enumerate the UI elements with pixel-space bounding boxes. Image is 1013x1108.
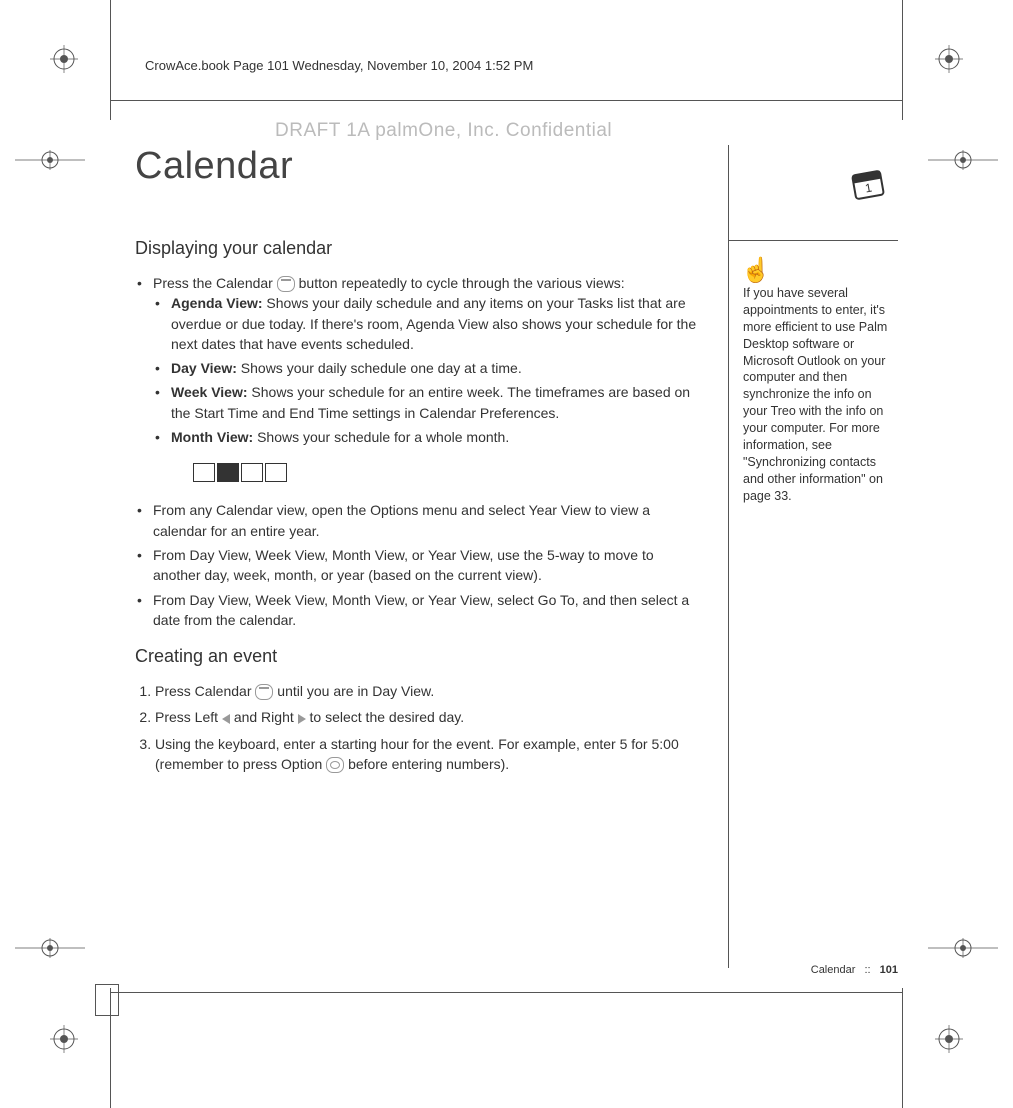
view-item-week: Week View: Shows your schedule for an en… (153, 382, 703, 423)
registration-mark-icon (50, 1025, 78, 1053)
arrow-left-icon (222, 714, 230, 724)
sidebar-tip-text: If you have several appointments to ente… (743, 285, 898, 504)
page-footer: Calendar :: 101 (811, 964, 898, 976)
view-item-day: Day View: Shows your daily schedule one … (153, 358, 703, 378)
bullet-year-view: From any Calendar view, open the Options… (135, 500, 703, 541)
calendar-badge-icon: 1 (848, 165, 888, 205)
registration-mark-icon (15, 938, 85, 958)
registration-mark-icon (935, 45, 963, 73)
registration-mark-icon (15, 150, 85, 170)
day-view-icon (217, 463, 239, 482)
crop-rule (110, 992, 903, 993)
bullet-goto: From Day View, Week View, Month View, or… (135, 590, 703, 631)
text: before entering numbers). (348, 756, 509, 772)
section-heading-creating: Creating an event (135, 646, 703, 667)
registration-mark-icon (935, 1025, 963, 1053)
arrow-right-icon (298, 714, 306, 724)
text: Shows your schedule for a whole month. (253, 429, 509, 445)
view-item-month: Month View: Shows your schedule for a wh… (153, 427, 703, 447)
registration-mark-icon (928, 938, 998, 958)
sidebar-divider (729, 240, 898, 241)
crop-rule (110, 100, 903, 101)
bullet-5way: From Day View, Week View, Month View, or… (135, 545, 703, 586)
crop-rule (902, 0, 903, 120)
calendar-button-icon (277, 276, 295, 292)
step-1: Press Calendar until you are in Day View… (155, 681, 703, 701)
step-3: Using the keyboard, enter a starting hou… (155, 734, 703, 775)
crop-rule (110, 0, 111, 120)
text: until you are in Day View. (277, 683, 434, 699)
crop-rule (902, 988, 903, 1108)
page-title: Calendar (135, 145, 703, 188)
text: Shows your daily schedule one day at a t… (237, 360, 522, 376)
text: to select the desired day. (310, 709, 465, 725)
option-button-icon (326, 757, 344, 773)
draft-watermark: DRAFT 1A palmOne, Inc. Confidential (275, 120, 612, 142)
registration-mark-icon (50, 45, 78, 73)
text: Shows your schedule for an entire week. … (171, 384, 690, 420)
text: Press Left (155, 709, 222, 725)
label: Agenda View: (171, 295, 263, 311)
running-head: CrowAce.book Page 101 Wednesday, Novembe… (145, 58, 533, 73)
bullet-press-calendar: Press the Calendar button repeatedly to … (135, 273, 703, 482)
label: Week View: (171, 384, 248, 400)
section-heading-displaying: Displaying your calendar (135, 238, 703, 259)
week-view-icon (241, 463, 263, 482)
footer-separator: :: (864, 964, 870, 976)
registration-mark-icon (928, 150, 998, 170)
label: Month View: (171, 429, 253, 445)
footer-section: Calendar (811, 964, 856, 976)
tip-hand-icon: ☝ (741, 255, 771, 287)
text: Press Calendar (155, 683, 255, 699)
label: Day View: (171, 360, 237, 376)
text: button repeatedly to cycle through the v… (299, 275, 625, 291)
view-switcher-graphic (193, 463, 703, 482)
footer-page-number: 101 (880, 964, 898, 976)
step-2: Press Left and Right to select the desir… (155, 707, 703, 727)
text: and Right (234, 709, 298, 725)
view-item-agenda: Agenda View: Shows your daily schedule a… (153, 293, 703, 354)
corner-box (95, 984, 119, 1016)
text: Press the Calendar (153, 275, 277, 291)
agenda-view-icon (193, 463, 215, 482)
calendar-button-icon (255, 684, 273, 700)
month-view-icon (265, 463, 287, 482)
